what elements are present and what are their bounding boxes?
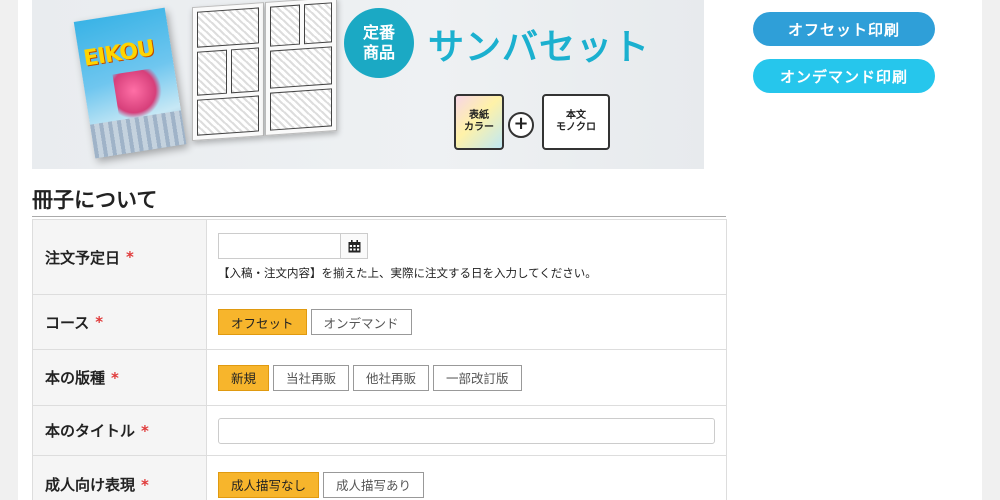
edition-options: 新規 当社再販 他社再販 一部改訂版 xyxy=(218,364,715,391)
badge-line1: 定番 xyxy=(362,23,395,42)
color-cover-book-icon: 表紙 カラー xyxy=(454,94,504,150)
edition-option-reprint-other[interactable]: 他社再販 xyxy=(353,364,430,391)
page: EIKOU 定番 商品 サンバセット 表紙 カラー + 本文 モノクロ オフセッ… xyxy=(18,0,982,500)
banner-headline: サンバセット xyxy=(428,27,651,68)
cover-icon-line1: 表紙 xyxy=(469,110,489,121)
course-option-ondemand[interactable]: オンデマンド xyxy=(310,309,412,335)
course-option-offset[interactable]: オフセット xyxy=(218,309,307,335)
required-mark: * xyxy=(111,368,119,387)
book-title-input[interactable] xyxy=(218,417,715,444)
order-date-label-text: 注文予定日 xyxy=(45,248,121,267)
body-icon-line1: 本文 xyxy=(566,110,586,121)
edition-option-reprint-own[interactable]: 当社再販 xyxy=(273,364,350,391)
standard-product-badge: 定番 商品 xyxy=(344,8,414,78)
body-icon-line2: モノクロ xyxy=(556,122,596,133)
product-banner: EIKOU 定番 商品 サンバセット 表紙 カラー + 本文 モノクロ xyxy=(32,0,704,169)
edition-label-text: 本の版種 xyxy=(45,369,106,387)
order-date-label: 注文予定日 * xyxy=(33,220,207,294)
edition-label: 本の版種 * xyxy=(33,350,207,405)
form-row-edition: 本の版種 * 新規 当社再販 他社再販 一部改訂版 xyxy=(33,350,726,406)
order-date-hint: 【入稿・注文内容】を揃えた上、実際に注文する日を入力してください。 xyxy=(218,266,597,280)
offset-printing-button[interactable]: オフセット印刷 xyxy=(753,12,935,46)
book-cover-image: EIKOU xyxy=(73,7,187,159)
edition-option-new[interactable]: 新規 xyxy=(218,364,270,391)
required-mark: * xyxy=(126,248,134,266)
course-field: オフセット オンデマンド xyxy=(207,295,726,349)
adult-option-included[interactable]: 成人描写あり xyxy=(323,471,425,498)
ondemand-printing-button[interactable]: オンデマンド印刷 xyxy=(753,59,935,93)
section-title: 冊子について xyxy=(32,184,726,217)
calendar-icon xyxy=(348,239,360,252)
cover-title: EIKOU xyxy=(81,36,156,72)
edition-field: 新規 当社再販 他社再販 一部改訂版 xyxy=(207,350,726,405)
adult-content-field: 成人描写なし 成人描写あり xyxy=(207,456,726,500)
course-label: コース * xyxy=(33,295,207,349)
book-title-field xyxy=(207,406,726,455)
form-row-adult-content: 成人向け表現 * 成人描写なし 成人描写あり xyxy=(33,456,726,500)
mono-body-book-icon: 本文 モノクロ xyxy=(542,94,610,150)
book-title-label: 本のタイトル * xyxy=(33,406,207,455)
edition-option-revised[interactable]: 一部改訂版 xyxy=(433,364,522,391)
badge-line2: 商品 xyxy=(362,43,395,62)
open-manga-book-image xyxy=(192,0,338,145)
required-mark: * xyxy=(141,421,149,440)
required-mark: * xyxy=(141,475,149,494)
order-date-input[interactable] xyxy=(218,233,340,259)
adult-content-label-text: 成人向け表現 xyxy=(45,476,136,494)
course-options: オフセット オンデマンド xyxy=(218,309,715,335)
form-row-course: コース * オフセット オンデマンド xyxy=(33,295,726,350)
plus-icon: + xyxy=(508,112,534,138)
adult-option-none[interactable]: 成人描写なし xyxy=(218,471,320,498)
calendar-button[interactable] xyxy=(340,233,368,259)
cover-icon-line2: カラー xyxy=(464,122,494,133)
cover-cityscape xyxy=(90,110,187,159)
form-row-book-title: 本のタイトル * xyxy=(33,406,726,456)
date-picker xyxy=(218,233,715,259)
booklet-form: 注文予定日 * 【入稿・注文内容】を揃えた上、実際に注文する日を入力してください… xyxy=(32,219,727,500)
required-mark: * xyxy=(95,313,104,331)
manga-page-left xyxy=(192,2,264,142)
adult-content-label: 成人向け表現 * xyxy=(33,456,207,500)
book-title-label-text: 本のタイトル xyxy=(45,422,136,440)
order-date-field: 【入稿・注文内容】を揃えた上、実際に注文する日を入力してください。 xyxy=(207,220,726,294)
adult-content-options: 成人描写なし 成人描写あり xyxy=(218,471,715,498)
manga-page-right xyxy=(265,0,337,136)
course-label-text: コース xyxy=(45,313,90,332)
form-row-order-date: 注文予定日 * 【入稿・注文内容】を揃えた上、実際に注文する日を入力してください… xyxy=(33,220,726,295)
